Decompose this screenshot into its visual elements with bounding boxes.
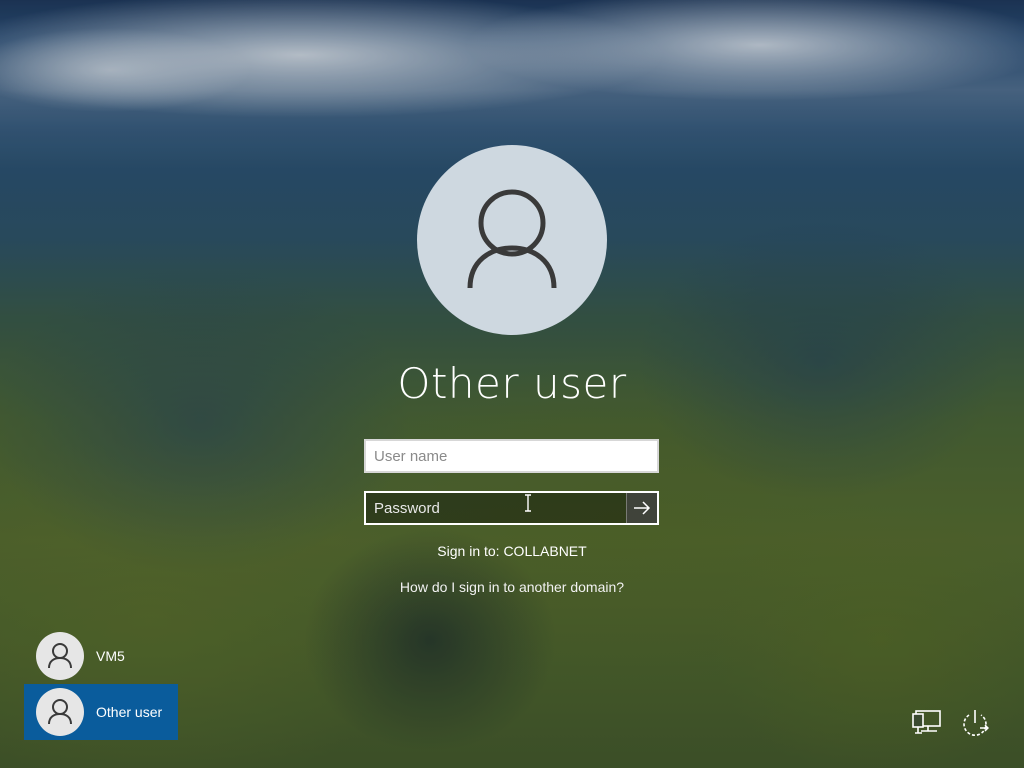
user-tile-label: VM5	[96, 648, 125, 664]
user-avatar-icon	[36, 632, 84, 680]
user-avatar	[417, 145, 607, 335]
domain-help-link[interactable]: How do I sign in to another domain?	[400, 579, 624, 595]
page-title: Other user	[397, 359, 627, 408]
password-input[interactable]	[366, 493, 628, 523]
sign-in-domain-label: Sign in to: COLLABNET	[437, 543, 587, 559]
user-avatar-icon	[467, 189, 557, 289]
arrow-right-icon	[634, 501, 651, 515]
text-cursor-icon	[525, 494, 531, 512]
user-avatar-icon	[36, 688, 84, 736]
username-field[interactable]	[364, 439, 659, 473]
username-input[interactable]	[366, 441, 657, 471]
user-tile-label: Other user	[96, 704, 163, 720]
submit-button[interactable]	[626, 493, 657, 523]
user-tile-other-user[interactable]: Other user	[24, 684, 178, 740]
user-tile-vm5[interactable]: VM5	[24, 628, 178, 684]
password-field[interactable]	[364, 491, 659, 525]
network-icon[interactable]	[910, 706, 944, 740]
power-icon[interactable]	[958, 706, 992, 740]
